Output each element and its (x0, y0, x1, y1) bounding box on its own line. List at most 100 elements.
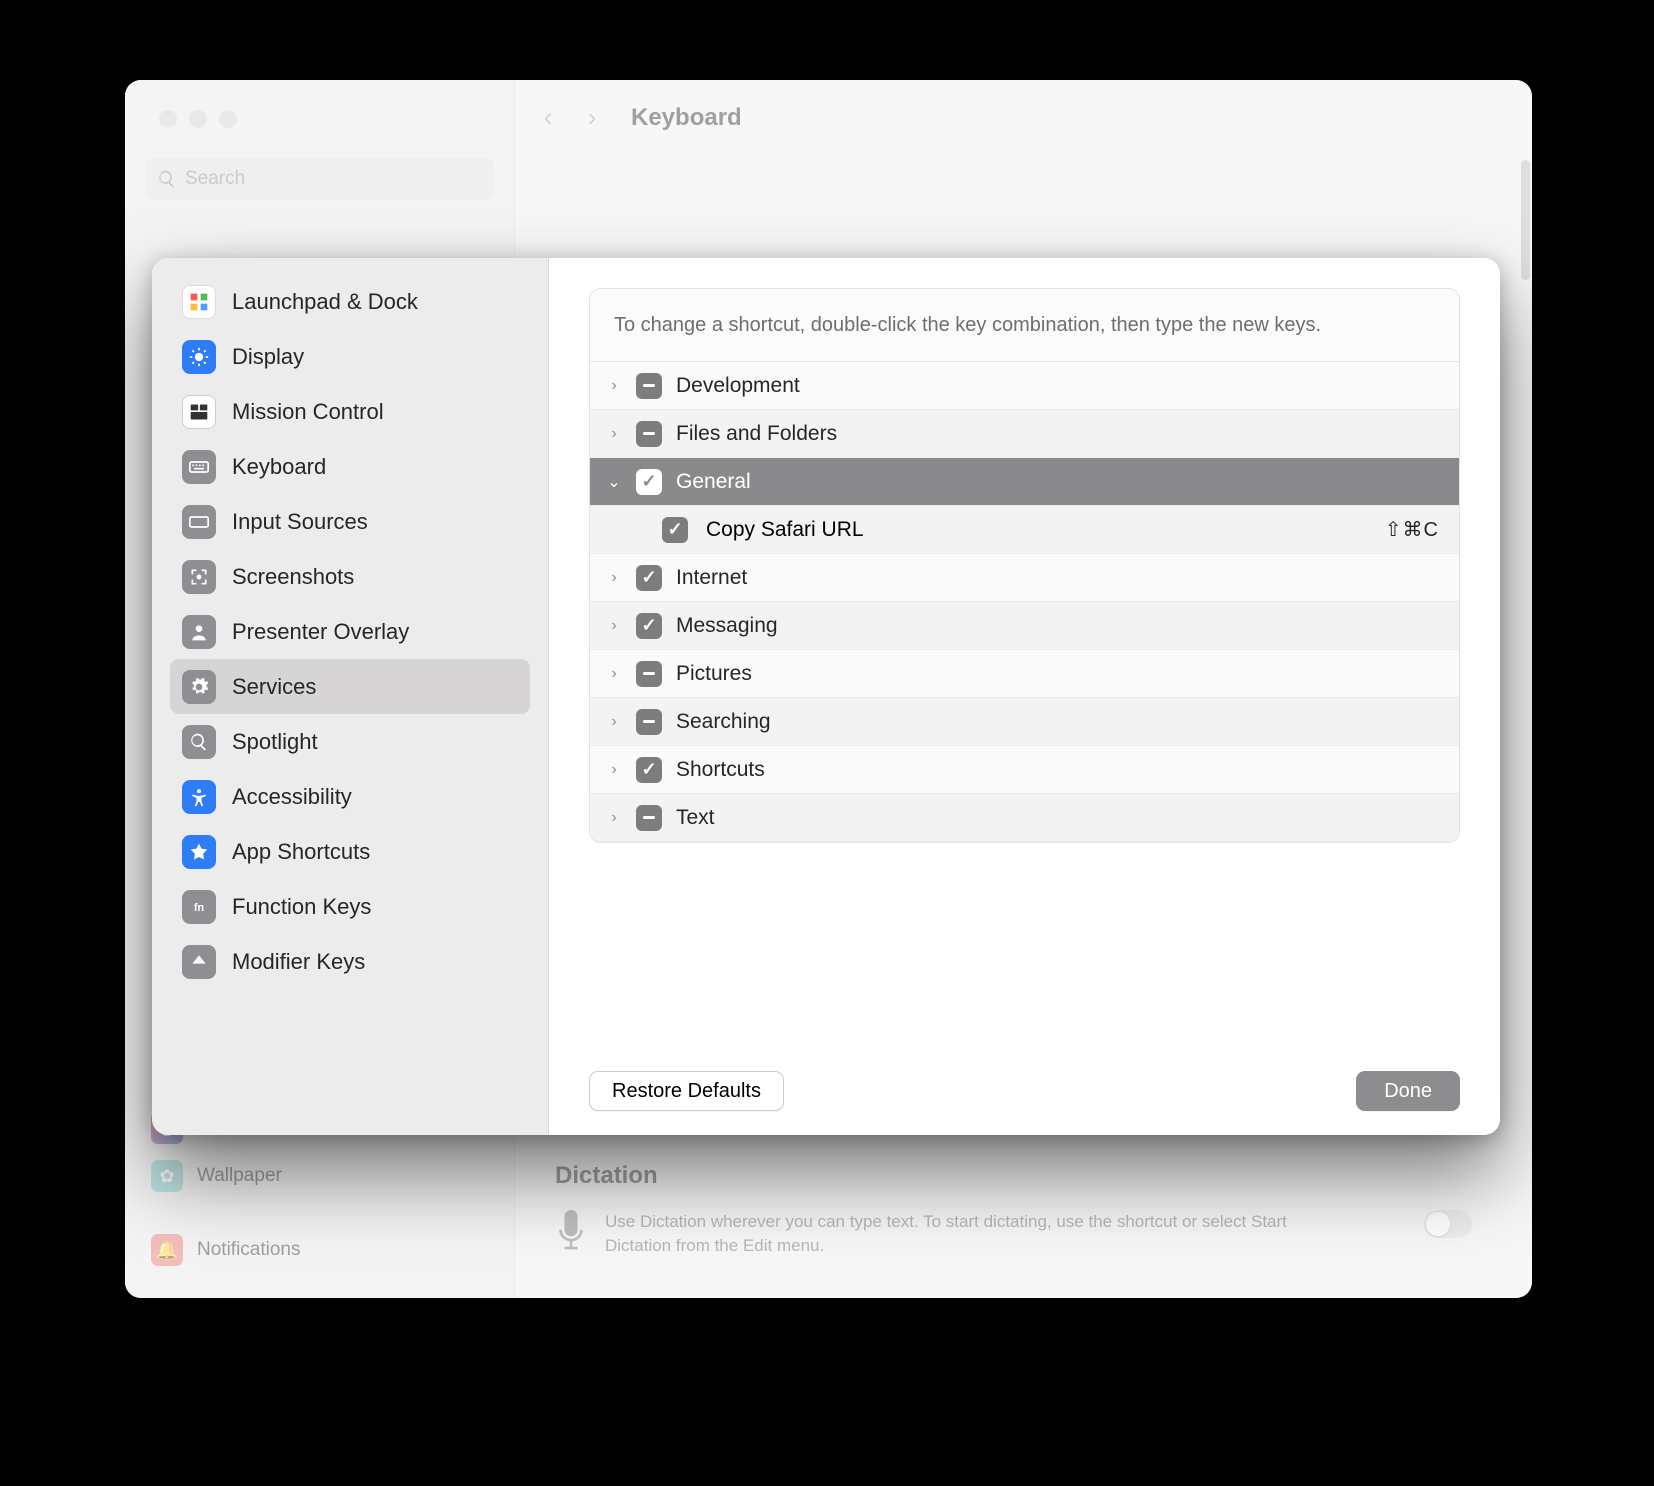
category-label: Text (676, 806, 1459, 830)
sidebar-item-label: Modifier Keys (232, 949, 365, 975)
category-row-internet[interactable]: › Internet (590, 554, 1459, 602)
restore-defaults-label: Restore Defaults (612, 1080, 761, 1103)
page-title: Keyboard (631, 104, 742, 132)
launchpad-icon (182, 285, 216, 319)
bg-sidebar-item-notifications[interactable]: 🔔 Notifications (145, 1226, 494, 1274)
input-icon (182, 505, 216, 539)
sheet-main: To change a shortcut, double-click the k… (549, 258, 1500, 1135)
category-label: Internet (676, 566, 1459, 590)
category-row-text[interactable]: › Text (590, 794, 1459, 842)
disclosure-down-icon[interactable]: ⌄ (604, 472, 624, 492)
search-placeholder: Search (185, 168, 245, 190)
display-icon (182, 340, 216, 374)
bg-sidebar-item-wallpaper[interactable]: ✿ Wallpaper (145, 1152, 494, 1200)
sidebar-item-label: Launchpad & Dock (232, 289, 418, 315)
sidebar-item-modifier-keys[interactable]: Modifier Keys (170, 934, 530, 989)
category-row-shortcuts[interactable]: › Shortcuts (590, 746, 1459, 794)
services-icon (182, 670, 216, 704)
bg-header: ‹ › Keyboard (515, 80, 1532, 155)
done-label: Done (1384, 1080, 1432, 1103)
sidebar-item-display[interactable]: Display (170, 329, 530, 384)
disclosure-right-icon[interactable]: › (604, 569, 624, 587)
category-checkbox[interactable] (636, 805, 662, 831)
appstore-icon (182, 835, 216, 869)
sidebar-item-label: App Shortcuts (232, 839, 370, 865)
category-row-pictures[interactable]: › Pictures (590, 650, 1459, 698)
search-icon (157, 169, 177, 189)
sidebar-item-accessibility[interactable]: Accessibility (170, 769, 530, 824)
category-label: Development (676, 374, 1459, 398)
sidebar-item-label: Keyboard (232, 454, 326, 480)
keyboard-shortcuts-sheet: Launchpad & Dock Display Mission Control… (152, 258, 1500, 1135)
category-row-files-and-folders[interactable]: › Files and Folders (590, 410, 1459, 458)
done-button[interactable]: Done (1356, 1071, 1460, 1111)
minimize-button[interactable] (189, 110, 207, 128)
sidebar-item-label: Input Sources (232, 509, 368, 535)
sidebar-item-input-sources[interactable]: Input Sources (170, 494, 530, 549)
category-row-messaging[interactable]: › Messaging (590, 602, 1459, 650)
category-checkbox[interactable] (636, 421, 662, 447)
disclosure-right-icon[interactable]: › (604, 809, 624, 827)
category-row-searching[interactable]: › Searching (590, 698, 1459, 746)
search-field[interactable]: Search (145, 158, 494, 200)
sidebar-item-screenshots[interactable]: Screenshots (170, 549, 530, 604)
sheet-sidebar: Launchpad & Dock Display Mission Control… (152, 258, 549, 1135)
sidebar-item-function-keys[interactable]: fn Function Keys (170, 879, 530, 934)
shortcut-keys[interactable]: ⇧⌘C (1385, 517, 1439, 542)
category-checkbox[interactable] (636, 613, 662, 639)
close-button[interactable] (159, 110, 177, 128)
category-label: Pictures (676, 662, 1459, 686)
shortcut-checkbox[interactable] (662, 517, 688, 543)
category-label: Shortcuts (676, 758, 1459, 782)
sidebar-item-services[interactable]: Services (170, 659, 530, 714)
sidebar-item-presenter-overlay[interactable]: Presenter Overlay (170, 604, 530, 659)
restore-defaults-button[interactable]: Restore Defaults (589, 1071, 784, 1111)
forward-button[interactable]: › (577, 102, 607, 133)
category-checkbox[interactable] (636, 565, 662, 591)
spotlight-icon (182, 725, 216, 759)
sidebar-item-app-shortcuts[interactable]: App Shortcuts (170, 824, 530, 879)
presenter-icon (182, 615, 216, 649)
category-label: Messaging (676, 614, 1459, 638)
zoom-button[interactable] (219, 110, 237, 128)
category-checkbox[interactable] (636, 757, 662, 783)
microphone-icon (555, 1210, 587, 1252)
wallpaper-icon: ✿ (151, 1160, 183, 1192)
sidebar-item-label: Mission Control (232, 399, 384, 425)
accessibility-icon (182, 780, 216, 814)
category-row-development[interactable]: › Development (590, 362, 1459, 410)
category-checkbox[interactable] (636, 709, 662, 735)
disclosure-right-icon[interactable]: › (604, 377, 624, 395)
bg-scrollbar-thumb[interactable] (1521, 160, 1530, 280)
sidebar-item-launchpad-dock[interactable]: Launchpad & Dock (170, 274, 530, 329)
sidebar-item-label: Function Keys (232, 894, 371, 920)
window-controls (125, 80, 514, 128)
shortcut-label: Copy Safari URL (706, 518, 1385, 542)
category-checkbox[interactable] (636, 661, 662, 687)
disclosure-right-icon[interactable]: › (604, 713, 624, 731)
disclosure-right-icon[interactable]: › (604, 617, 624, 635)
shortcut-row-copy-safari-url[interactable]: Copy Safari URL ⇧⌘C (590, 506, 1459, 554)
sidebar-item-label: Presenter Overlay (232, 619, 409, 645)
screenshot-icon (182, 560, 216, 594)
disclosure-right-icon[interactable]: › (604, 665, 624, 683)
keyboard-icon (182, 450, 216, 484)
category-row-general[interactable]: ⌄ General (590, 458, 1459, 506)
sidebar-item-label: Services (232, 674, 316, 700)
category-checkbox[interactable] (636, 373, 662, 399)
category-checkbox[interactable] (636, 469, 662, 495)
disclosure-right-icon[interactable]: › (604, 425, 624, 443)
sidebar-item-keyboard[interactable]: Keyboard (170, 439, 530, 494)
dictation-heading: Dictation (555, 1162, 1472, 1190)
sidebar-item-spotlight[interactable]: Spotlight (170, 714, 530, 769)
category-label: General (676, 470, 1459, 494)
instructions-text: To change a shortcut, double-click the k… (590, 289, 1459, 362)
dictation-toggle[interactable] (1424, 1210, 1472, 1238)
category-label: Files and Folders (676, 422, 1459, 446)
sidebar-item-mission-control[interactable]: Mission Control (170, 384, 530, 439)
sidebar-item-label: Display (232, 344, 304, 370)
sidebar-item-label: Spotlight (232, 729, 318, 755)
disclosure-right-icon[interactable]: › (604, 761, 624, 779)
back-button[interactable]: ‹ (533, 102, 563, 133)
sidebar-item-label: Accessibility (232, 784, 352, 810)
